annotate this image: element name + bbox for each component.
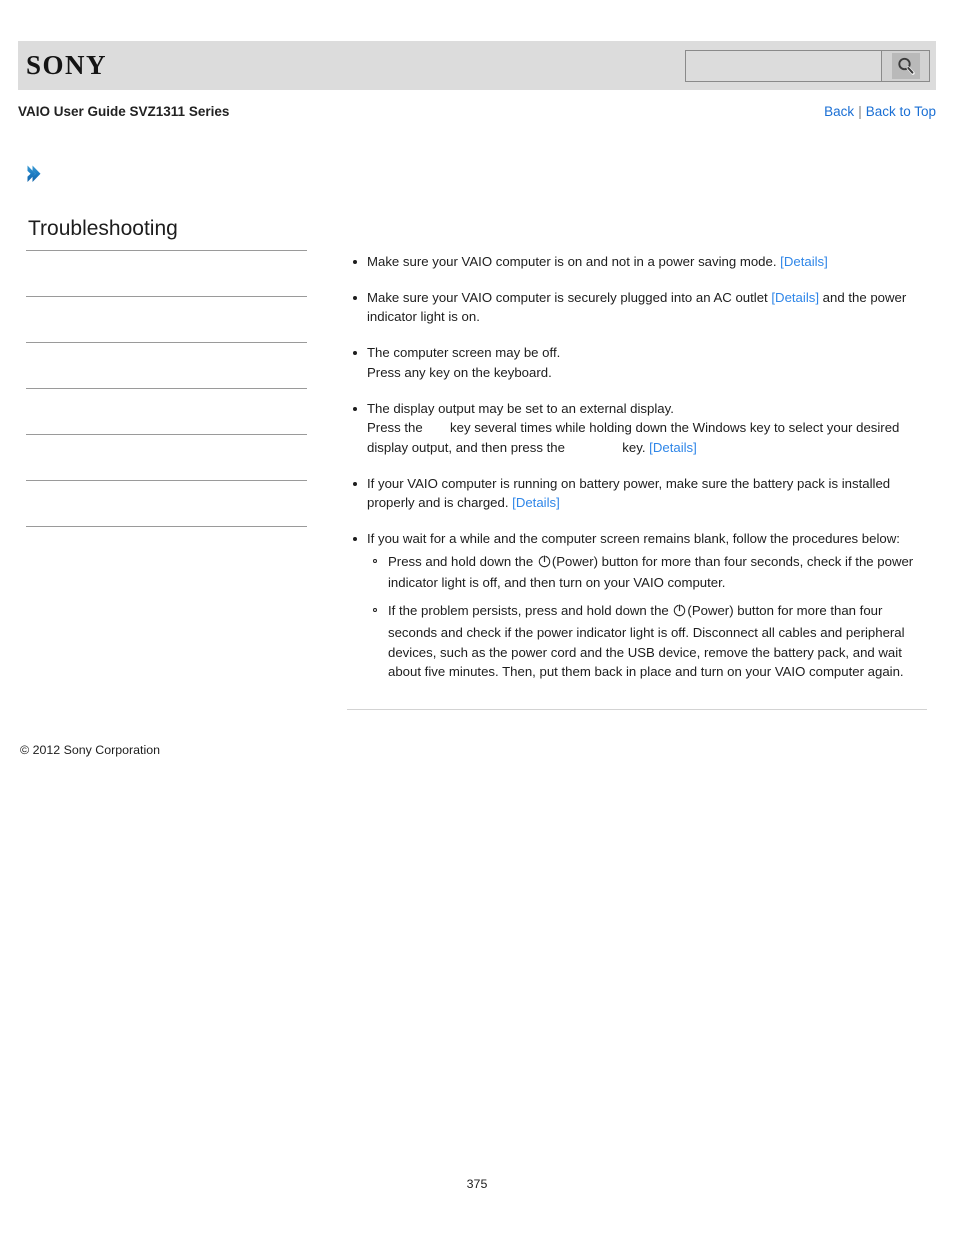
bullet-item: The display output may be set to an exte… — [347, 399, 927, 458]
search-area — [685, 50, 930, 82]
details-link[interactable]: [Details] — [771, 290, 819, 305]
details-link[interactable]: [Details] — [780, 254, 828, 269]
troubleshooting-bullet-list: Make sure your VAIO computer is on and n… — [347, 252, 927, 682]
sidebar-item-6[interactable] — [26, 481, 307, 526]
sub-bullet-item: If the problem persists, press and hold … — [367, 601, 927, 682]
breadcrumb[interactable] — [22, 161, 48, 187]
nav-separator: | — [858, 104, 862, 119]
sub-bullet-item: Press and hold down the (Power) button f… — [367, 552, 927, 593]
search-button[interactable] — [881, 50, 930, 82]
body-text: Make sure your VAIO computer is securely… — [367, 289, 772, 305]
content-bottom-divider — [347, 709, 927, 710]
sony-logo: SONY — [26, 50, 108, 80]
bullet-item: The computer screen may be off. Press any… — [347, 343, 927, 382]
body-text: The display output may be set to an exte… — [367, 400, 674, 416]
power-symbol — [538, 554, 551, 574]
guide-title-row: VAIO User Guide SVZ1311 Series Back | Back… — [18, 101, 936, 123]
search-icon — [891, 53, 920, 79]
bullet-item: Make sure your VAIO computer is on and n… — [347, 252, 927, 272]
power-icon — [538, 554, 551, 567]
sidebar-item-3[interactable] — [26, 343, 307, 388]
sidebar-item-2[interactable] — [26, 297, 307, 342]
power-icon — [674, 604, 686, 617]
chevron-right-icon — [27, 165, 41, 182]
body-text: Press and hold down the — [388, 553, 537, 569]
body-text: key. — [618, 439, 650, 455]
body-text: If the problem persists, press and hold … — [388, 603, 673, 619]
sub-bullet-list: Press and hold down the (Power) button f… — [367, 552, 927, 682]
sidebar-item-4[interactable] — [26, 389, 307, 434]
body-text: Make sure your VAIO computer is on and n… — [367, 254, 781, 269]
back-link[interactable]: Back — [824, 104, 854, 119]
body-text: Press any key on the keyboard. — [367, 364, 552, 380]
search-input[interactable] — [685, 50, 881, 82]
details-link[interactable]: [Details] — [512, 495, 560, 510]
sidebar: Troubleshooting — [26, 215, 307, 527]
main-content: Make sure your VAIO computer is on and n… — [347, 252, 927, 682]
page-title: VAIO User Guide SVZ1311 Series — [18, 104, 230, 119]
body-text: If your VAIO computer is running on batt… — [367, 475, 891, 511]
sidebar-item-5[interactable] — [26, 435, 307, 480]
sidebar-heading: Troubleshooting — [28, 217, 178, 240]
bullet-item: If you wait for a while and the computer… — [347, 529, 927, 682]
power-symbol — [673, 603, 686, 623]
site-header-band: SONY — [18, 41, 936, 90]
bullet-item: Make sure your VAIO computer is securely… — [347, 288, 927, 327]
back-to-top-link[interactable]: Back to Top — [866, 104, 936, 119]
details-link[interactable]: [Details] — [649, 440, 697, 455]
copyright-notice: © 2012 Sony Corporation — [20, 743, 161, 757]
body-text: If you wait for a while and the computer… — [367, 531, 900, 547]
sidebar-item-1[interactable] — [26, 251, 307, 296]
sidebar-divider — [26, 526, 307, 527]
body-text: The computer screen may be off. — [367, 345, 561, 361]
page-number: 375 — [466, 1177, 488, 1191]
top-nav-links: Back | Back to Top — [824, 101, 936, 123]
body-text: Press the — [367, 420, 427, 436]
bullet-item: If your VAIO computer is running on batt… — [347, 474, 927, 513]
